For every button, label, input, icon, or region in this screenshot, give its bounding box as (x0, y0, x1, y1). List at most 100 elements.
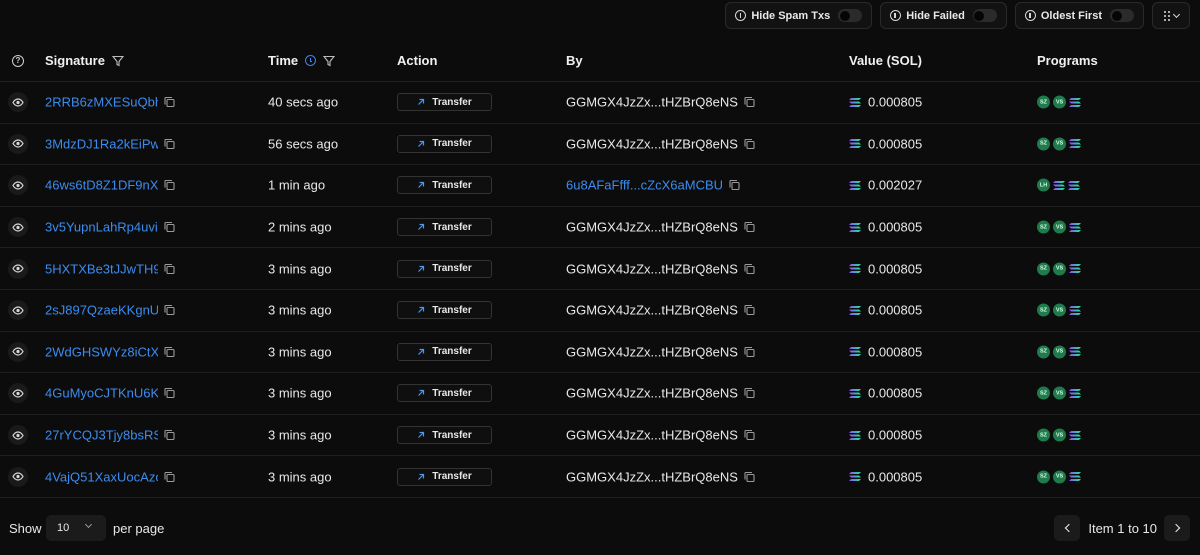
per-page-select[interactable]: 10 (46, 515, 106, 541)
next-page-button[interactable] (1164, 515, 1190, 541)
copy-icon[interactable] (164, 471, 175, 482)
program-badge[interactable]: SZ (1037, 386, 1050, 400)
hide-failed-toggle[interactable]: Hide Failed (880, 2, 1007, 29)
signature-link[interactable]: 3v5YupnLahRp4uvi… (45, 220, 158, 235)
copy-icon[interactable] (744, 305, 755, 316)
program-badge[interactable]: SZ (1037, 137, 1050, 151)
copy-icon[interactable] (744, 222, 755, 233)
program-badge[interactable]: SZ (1037, 303, 1050, 317)
hide-spam-switch[interactable] (838, 9, 863, 22)
hide-spam-toggle[interactable]: Hide Spam Txs (725, 2, 873, 29)
program-badge[interactable]: LH (1037, 178, 1050, 192)
copy-icon[interactable] (744, 429, 755, 441)
view-details-button[interactable] (8, 300, 28, 321)
program-badge[interactable]: VS (1053, 137, 1066, 151)
copy-icon[interactable] (744, 346, 755, 357)
copy-icon[interactable] (744, 471, 755, 482)
action-badge[interactable]: Transfer (397, 93, 492, 112)
program-badge[interactable]: SZ (1037, 345, 1050, 359)
program-badge[interactable]: VS (1053, 386, 1066, 400)
copy-icon[interactable] (744, 97, 755, 108)
solana-program-icon[interactable] (1069, 139, 1081, 149)
signature-link[interactable]: 4VajQ51XaxUocAzo… (45, 469, 158, 484)
solana-program-icon[interactable] (1069, 388, 1081, 398)
signer-address[interactable]: GGMGX4JzZx...tHZBrQ8eNS (566, 261, 738, 276)
solana-program-icon[interactable] (1053, 180, 1065, 190)
program-badge[interactable]: VS (1053, 303, 1066, 317)
signer-address[interactable]: GGMGX4JzZx...tHZBrQ8eNS (566, 136, 738, 151)
action-badge[interactable]: Transfer (397, 176, 492, 195)
view-details-button[interactable] (8, 92, 28, 113)
copy-icon[interactable] (164, 180, 175, 191)
view-details-button[interactable] (8, 425, 28, 446)
signature-link[interactable]: 2sJ897QzaeKKgnU… (45, 303, 158, 318)
copy-icon[interactable] (164, 429, 175, 441)
copy-icon[interactable] (744, 388, 755, 399)
signer-address[interactable]: GGMGX4JzZx...tHZBrQ8eNS (566, 95, 738, 110)
program-badge[interactable]: SZ (1037, 95, 1050, 109)
program-badge[interactable]: VS (1053, 428, 1066, 442)
view-details-button[interactable] (8, 217, 28, 238)
view-details-button[interactable] (8, 383, 28, 404)
program-badge[interactable]: SZ (1037, 262, 1050, 276)
signer-address[interactable]: GGMGX4JzZx...tHZBrQ8eNS (566, 303, 738, 318)
signature-link[interactable]: 3MdzDJ1Ra2kEiPw… (45, 136, 158, 151)
help-header[interactable]: ? (12, 54, 24, 67)
solana-program-icon[interactable] (1069, 472, 1081, 482)
action-badge[interactable]: Transfer (397, 218, 492, 237)
action-badge[interactable]: Transfer (397, 467, 492, 486)
signature-link[interactable]: 27rYCQJ3Tjy8bsRS… (45, 428, 158, 443)
signer-address[interactable]: 6u8AFaFfff...cZcX6aMCBU (566, 178, 723, 193)
action-badge[interactable]: Transfer (397, 259, 492, 278)
help-icon[interactable]: ? (12, 54, 24, 67)
solana-program-icon[interactable] (1069, 264, 1081, 274)
program-badge[interactable]: VS (1053, 345, 1066, 359)
signer-address[interactable]: GGMGX4JzZx...tHZBrQ8eNS (566, 428, 738, 443)
hide-failed-switch[interactable] (972, 9, 997, 22)
program-badge[interactable]: VS (1053, 470, 1066, 484)
solana-program-icon[interactable] (1068, 180, 1080, 190)
action-badge[interactable]: Transfer (397, 134, 492, 153)
copy-icon[interactable] (164, 388, 175, 399)
filter-icon[interactable] (323, 55, 336, 67)
copy-icon[interactable] (744, 138, 755, 149)
signature-link[interactable]: 4GuMyoCJTKnU6K… (45, 386, 158, 401)
copy-icon[interactable] (164, 305, 175, 316)
view-details-button[interactable] (8, 258, 28, 279)
solana-program-icon[interactable] (1069, 97, 1081, 107)
copy-icon[interactable] (164, 346, 175, 357)
signer-address[interactable]: GGMGX4JzZx...tHZBrQ8eNS (566, 469, 738, 484)
program-badge[interactable]: VS (1053, 95, 1066, 109)
solana-program-icon[interactable] (1069, 347, 1081, 357)
view-details-button[interactable] (8, 175, 28, 196)
signature-link[interactable]: 5HXTXBe3tJJwTH9… (45, 261, 158, 276)
action-badge[interactable]: Transfer (397, 426, 492, 445)
signer-address[interactable]: GGMGX4JzZx...tHZBrQ8eNS (566, 220, 738, 235)
signature-link[interactable]: 2RRB6zMXESuQbh… (45, 95, 158, 110)
program-badge[interactable]: SZ (1037, 428, 1050, 442)
copy-icon[interactable] (164, 138, 175, 149)
action-badge[interactable]: Transfer (397, 384, 492, 403)
signer-address[interactable]: GGMGX4JzZx...tHZBrQ8eNS (566, 344, 738, 359)
filter-icon[interactable] (111, 55, 124, 67)
program-badge[interactable]: VS (1053, 220, 1066, 234)
solana-program-icon[interactable] (1069, 222, 1081, 232)
solana-program-icon[interactable] (1069, 305, 1081, 315)
program-badge[interactable]: SZ (1037, 470, 1050, 484)
copy-icon[interactable] (164, 97, 175, 108)
clock-icon[interactable] (305, 55, 317, 66)
column-settings-button[interactable] (1152, 2, 1190, 29)
signature-link[interactable]: 46ws6tD8Z1DF9nX… (45, 178, 158, 193)
copy-icon[interactable] (164, 263, 175, 274)
action-badge[interactable]: Transfer (397, 301, 492, 320)
signature-link[interactable]: 2WdGHSWYz8iCtX… (45, 344, 158, 359)
oldest-first-switch[interactable] (1110, 9, 1134, 22)
solana-program-icon[interactable] (1069, 430, 1081, 440)
program-badge[interactable]: SZ (1037, 220, 1050, 234)
copy-icon[interactable] (744, 263, 755, 274)
prev-page-button[interactable] (1054, 515, 1081, 541)
oldest-first-toggle[interactable]: Oldest First (1014, 2, 1144, 29)
copy-icon[interactable] (164, 222, 175, 233)
view-details-button[interactable] (8, 133, 28, 154)
view-details-button[interactable] (8, 466, 28, 487)
